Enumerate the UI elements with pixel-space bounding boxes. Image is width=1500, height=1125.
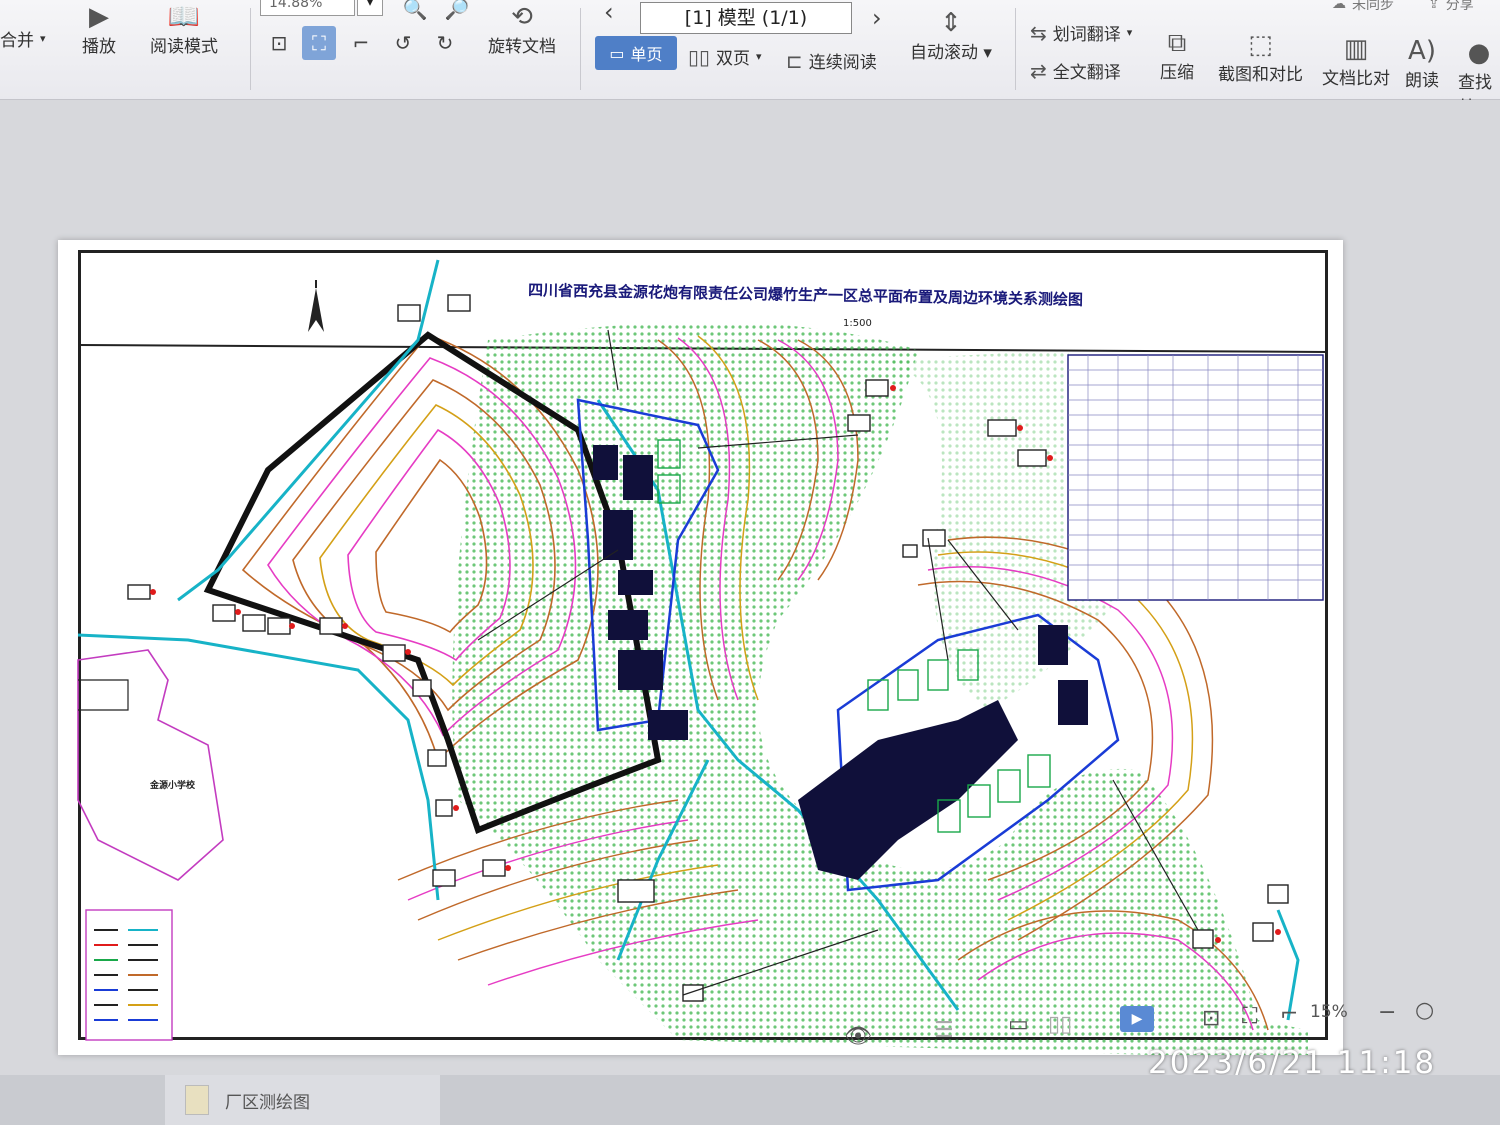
site-plan-drawing (77, 259, 1329, 1055)
toolbar-divider (1015, 8, 1016, 90)
next-page-icon[interactable]: › (872, 4, 882, 32)
eye-icon[interactable]: 👁 (844, 1024, 872, 1049)
document-viewport[interactable]: 四川省西充县金源花炮有限责任公司爆竹生产一区总平面布置及周边环境关系测绘图 1:… (0, 100, 1500, 1075)
school-label: 金源小学校 (150, 781, 196, 791)
rotate-doc-icon: ⟲ (511, 2, 533, 32)
auto-scroll-button[interactable]: ⇕ 自动滚动 ▾ (910, 8, 992, 63)
north-arrow-icon (308, 280, 324, 332)
auto-scroll-icon: ⇕ (940, 8, 962, 38)
fit-width-icon[interactable]: ⌐ (344, 26, 378, 60)
share-icon: ⇪ (1428, 0, 1440, 12)
double-page-icon[interactable]: ▯▯ (1048, 1012, 1072, 1037)
single-page-button[interactable]: ▭ 单页 (595, 36, 677, 70)
doc-compare-button[interactable]: ▥ 文档比对 (1322, 34, 1390, 89)
share-button[interactable]: ⇪ 分享 (1428, 0, 1474, 14)
scale-label: 1:500 (843, 318, 872, 329)
chevron-down-icon[interactable]: ▾ (357, 0, 383, 16)
compare-icon: ▥ (1343, 34, 1369, 64)
data-table (1067, 354, 1324, 601)
continuous-read-button[interactable]: ⊏ 连续阅读 (786, 48, 877, 74)
toolbar-divider (580, 8, 581, 90)
taskbar-item-drawing[interactable]: 厂区测绘图 (165, 1075, 440, 1125)
taskbar: 厂区测绘图 (0, 1075, 1500, 1125)
toolbar-divider (250, 8, 251, 90)
translate-icon: ⇆ (1030, 20, 1047, 45)
book-icon: 📖 (167, 2, 201, 32)
word-translate-button[interactable]: ⇆ 划词翻译 ▾ (1030, 20, 1132, 46)
page-nav-bar: 👁 ☰ ▭ ▯▯ ▶ ⊡ ⛶ ⌐ 15% − ○ (830, 998, 1450, 1049)
prev-page-icon[interactable]: ‹ (604, 0, 614, 26)
zoom-level[interactable]: 15% (1310, 1002, 1348, 1022)
play-slideshow-button[interactable]: ▶ (1120, 1006, 1154, 1032)
zoom-out-icon[interactable]: 🔍 (398, 0, 432, 26)
play-button[interactable]: ▶ 播放 (82, 2, 116, 57)
single-page-icon[interactable]: ▭ (1008, 1012, 1029, 1037)
fit-page-icon[interactable]: ⛶ (302, 26, 336, 60)
compress-button[interactable]: ⧉ 压缩 (1160, 27, 1194, 84)
actual-size-icon[interactable]: ⊡ (1202, 1006, 1220, 1031)
read-mode-button[interactable]: 📖 阅读模式 (150, 2, 218, 57)
find-icon: ● (1467, 38, 1491, 68)
double-page-button[interactable]: ▯▯ 双页 ▾ (688, 44, 762, 70)
full-translate-icon: ⇄ (1030, 58, 1047, 83)
continuous-page-icon[interactable]: ☰ (934, 1018, 954, 1043)
cloud-icon: ☁ (1332, 0, 1346, 12)
play-icon: ▶ (1131, 1011, 1143, 1027)
double-page-icon: ▯▯ (688, 44, 711, 69)
legend-box (85, 909, 173, 1041)
fit-width-icon[interactable]: ⌐ (1280, 1002, 1298, 1027)
drawing-page: 四川省西充县金源花炮有限责任公司爆竹生产一区总平面布置及周边环境关系测绘图 1:… (58, 240, 1343, 1055)
actual-size-icon[interactable]: ⊡ (262, 26, 296, 60)
speaker-icon: A) (1408, 36, 1436, 66)
continuous-icon: ⊏ (786, 48, 803, 73)
fit-page-icon[interactable]: ⛶ (1242, 1004, 1257, 1029)
compress-icon: ⧉ (1167, 27, 1187, 58)
sync-status[interactable]: ☁ 未同步 (1332, 0, 1394, 14)
zoom-out-icon[interactable]: − (1378, 1000, 1396, 1025)
read-aloud-button[interactable]: A) 朗读 (1405, 36, 1439, 91)
rotate-left-icon[interactable]: ↺ (386, 26, 420, 60)
zoom-in-icon[interactable]: 🔎 (440, 0, 474, 26)
merge-button[interactable]: 合并 ▾ (0, 26, 46, 51)
model-tab[interactable]: [1] 模型 (1/1) (640, 2, 852, 34)
zoom-slider-handle[interactable]: ○ (1415, 998, 1434, 1023)
rotate-right-icon[interactable]: ↻ (428, 26, 462, 60)
play-icon: ▶ (89, 2, 109, 32)
ribbon-toolbar: 合并 ▾ ▶ 播放 📖 阅读模式 14.88% ▾ 🔍 🔎 ⊡ ⛶ ⌐ ↺ ↻ ⟲… (0, 0, 1500, 118)
rotate-document-button[interactable]: ⟲ 旋转文档 (488, 2, 556, 57)
screenshot-compare-button[interactable]: ⬚ 截图和对比 (1218, 30, 1303, 85)
file-icon (185, 1085, 209, 1115)
zoom-input[interactable]: 14.88% (260, 0, 355, 16)
full-translate-button[interactable]: ⇄ 全文翻译 (1030, 58, 1121, 84)
page-icon: ▭ (609, 43, 625, 63)
screenshot-icon: ⬚ (1248, 30, 1273, 60)
